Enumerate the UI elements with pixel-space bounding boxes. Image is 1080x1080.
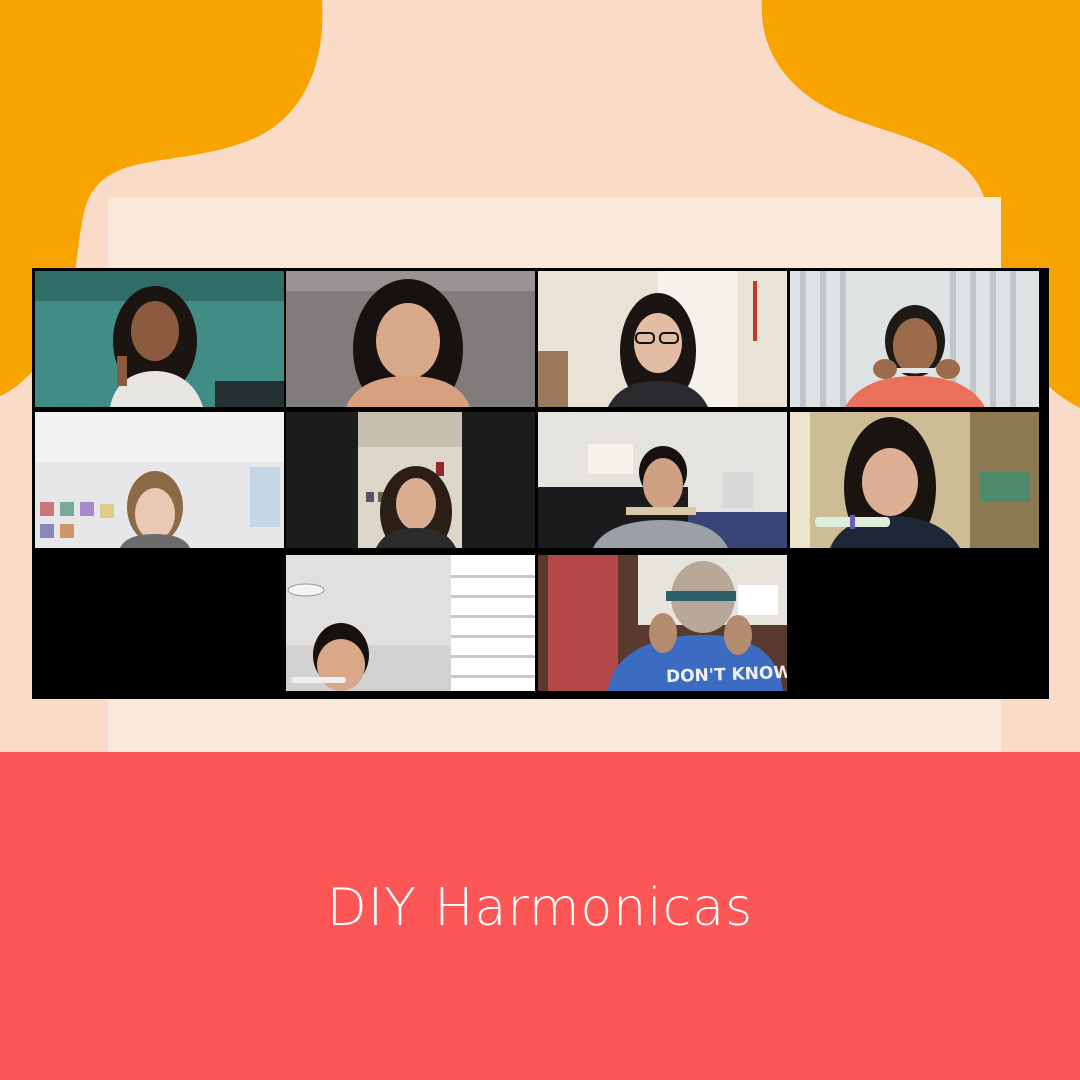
video-tile-p9[interactable] <box>286 555 535 691</box>
video-tile-p3[interactable] <box>538 271 787 407</box>
video-tile-p8[interactable] <box>790 412 1039 548</box>
video-tile-p10[interactable]: DON'T KNOW W <box>538 555 787 691</box>
video-tile-p1[interactable] <box>35 271 284 407</box>
video-gallery: DON'T KNOW W <box>32 268 1049 699</box>
video-tile-p6[interactable] <box>286 412 535 548</box>
caption-title: DIY Harmonicas <box>326 878 754 938</box>
video-tile-p4[interactable] <box>790 271 1039 407</box>
video-tile-p2[interactable] <box>286 271 535 407</box>
shirt-text: DON'T KNOW W <box>666 662 787 687</box>
video-tile-p5[interactable] <box>35 412 284 548</box>
video-tile-p7[interactable] <box>538 412 787 548</box>
